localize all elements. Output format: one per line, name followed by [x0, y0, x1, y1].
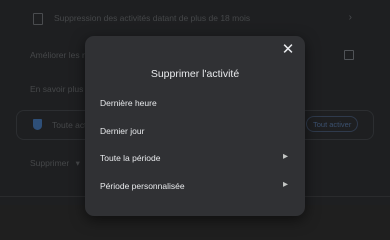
delete-activity-dialog: ✕ Supprimer l'activité Dernière heure De… — [85, 36, 305, 216]
dialog-title: Supprimer l'activité — [150, 68, 240, 80]
option-label: Toute la période — [100, 153, 161, 163]
option-all-time[interactable]: Toute la période ▸ — [85, 147, 305, 169]
option-custom-range[interactable]: Période personnalisée ▸ — [85, 175, 305, 197]
close-icon[interactable]: ✕ — [280, 42, 296, 58]
option-label: Période personnalisée — [100, 181, 185, 191]
chevron-right-icon: ▸ — [282, 151, 288, 162]
option-last-day[interactable]: Dernier jour — [85, 120, 305, 142]
option-label: Dernier jour — [100, 126, 145, 136]
option-label: Dernière heure — [100, 98, 157, 108]
option-last-hour[interactable]: Dernière heure — [85, 92, 305, 114]
chevron-right-icon: ▸ — [282, 179, 288, 190]
